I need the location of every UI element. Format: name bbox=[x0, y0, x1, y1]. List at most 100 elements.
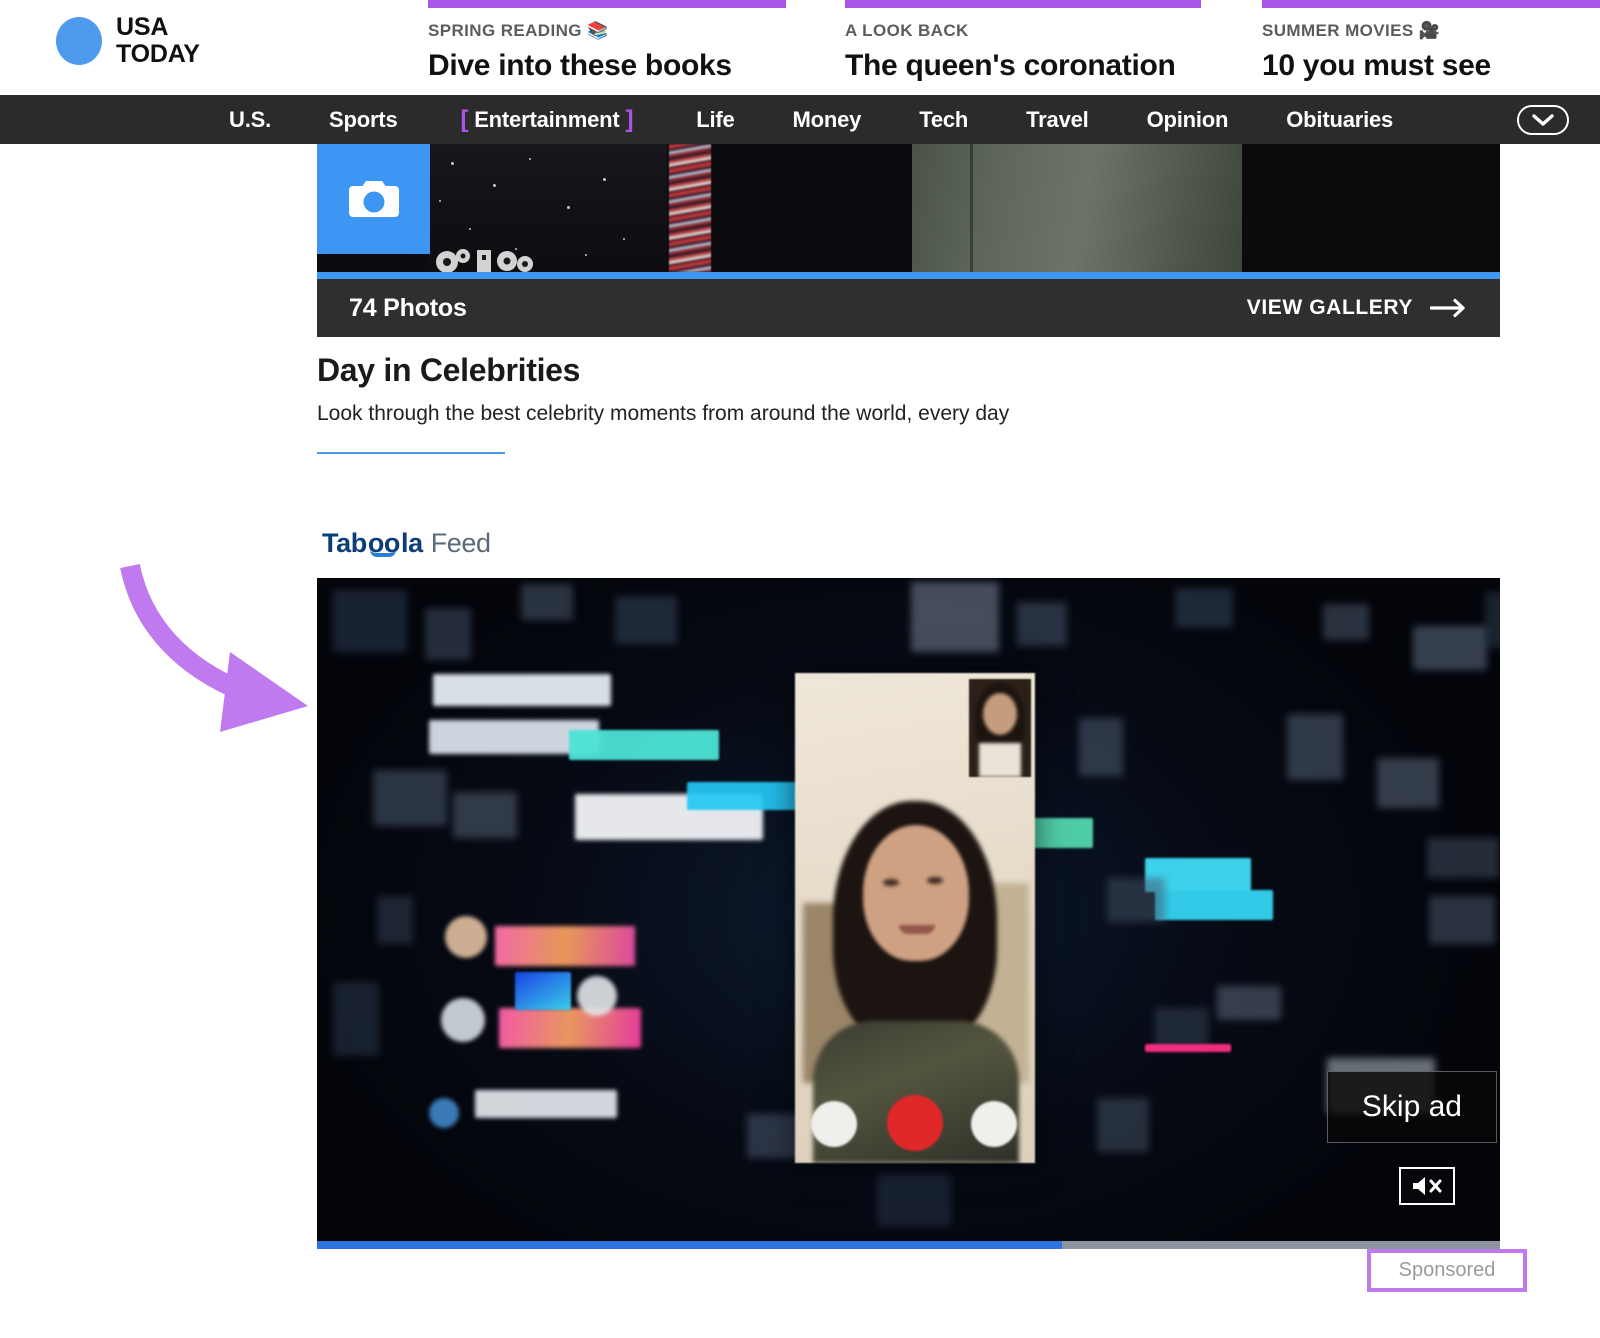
video-tile bbox=[1097, 1098, 1149, 1152]
mute-mic-button-icon bbox=[971, 1101, 1017, 1147]
site-logo-text: USA TODAY bbox=[116, 14, 200, 68]
nav-label: U.S. bbox=[229, 107, 271, 132]
nav-label: Opinion bbox=[1147, 107, 1229, 132]
video-tile bbox=[377, 896, 413, 944]
camera-badge bbox=[317, 144, 430, 254]
nav-item-travel[interactable]: Travel bbox=[997, 107, 1117, 133]
nav-item-entertainment[interactable]: [ Entertainment ] bbox=[426, 106, 667, 134]
promo-kicker: SPRING READING 📚 bbox=[428, 21, 786, 41]
promo-kicker-text: SPRING READING bbox=[428, 21, 582, 40]
taboola-brand: Taboola bbox=[322, 528, 423, 559]
promo-card-a-look-back[interactable]: A LOOK BACK The queen's coronation bbox=[845, 0, 1201, 83]
nav-item-obituaries[interactable]: Obituaries bbox=[1257, 107, 1422, 133]
speaker-mute-icon bbox=[1411, 1175, 1443, 1197]
gallery-accent-bar bbox=[317, 272, 1500, 279]
film-strip-watermark-icon bbox=[435, 242, 555, 272]
video-tile bbox=[1107, 878, 1165, 922]
nav-item-life[interactable]: Life bbox=[667, 107, 763, 133]
photo-gallery-card[interactable]: 74 Photos VIEW GALLERY bbox=[317, 144, 1500, 337]
nav-more-button[interactable] bbox=[1517, 105, 1569, 135]
promo-kicker-text: SUMMER MOVIES bbox=[1262, 21, 1414, 40]
caller-face bbox=[863, 825, 969, 961]
video-tile bbox=[373, 770, 447, 826]
usa-today-circle-logo-icon bbox=[56, 17, 102, 65]
bracket-open: [ bbox=[460, 106, 468, 133]
nav-label: Travel bbox=[1026, 107, 1088, 132]
arrow-right-icon bbox=[1430, 298, 1468, 318]
nav-item-tech[interactable]: Tech bbox=[890, 107, 997, 133]
nav-item-list: U.S. Sports [ Entertainment ] Life Money… bbox=[200, 106, 1422, 134]
video-tile bbox=[1217, 986, 1281, 1020]
flip-camera-button-icon bbox=[811, 1101, 857, 1147]
taboola-brand-tab: Tab bbox=[322, 528, 367, 559]
article-divider bbox=[317, 452, 505, 454]
video-call-panel bbox=[795, 673, 1035, 1163]
video-tile bbox=[521, 584, 573, 620]
video-chat-bubble bbox=[499, 1008, 641, 1048]
video-ad-player[interactable]: Skip ad bbox=[317, 578, 1500, 1249]
main-navigation: U.S. Sports [ Entertainment ] Life Money… bbox=[0, 95, 1600, 144]
usa-today-page: SPRING READING 📚 Dive into these books A… bbox=[0, 0, 1600, 1338]
video-tile bbox=[615, 596, 677, 644]
article-subtitle: Look through the best celebrity moments … bbox=[317, 402, 1217, 426]
nav-item-sports[interactable]: Sports bbox=[300, 107, 426, 133]
video-tile bbox=[877, 1174, 951, 1226]
sponsored-label-highlight[interactable]: Sponsored bbox=[1367, 1249, 1527, 1292]
nav-label: Tech bbox=[919, 107, 968, 132]
view-gallery-button[interactable]: VIEW GALLERY bbox=[1247, 296, 1468, 320]
books-icon: 📚 bbox=[587, 21, 609, 40]
video-tile bbox=[1323, 604, 1369, 640]
video-tile bbox=[1377, 758, 1439, 808]
promo-accent-rule bbox=[428, 0, 786, 8]
mute-toggle-button[interactable] bbox=[1399, 1167, 1455, 1205]
nav-item-money[interactable]: Money bbox=[764, 107, 891, 133]
chevron-down-icon bbox=[1532, 113, 1554, 127]
video-tile bbox=[425, 608, 471, 660]
video-progress-bar[interactable] bbox=[317, 1241, 1500, 1249]
promo-title[interactable]: Dive into these books bbox=[428, 49, 786, 83]
article-title[interactable]: Day in Celebrities bbox=[317, 352, 1217, 389]
promo-card-spring-reading[interactable]: SPRING READING 📚 Dive into these books bbox=[428, 0, 786, 83]
taboola-brand-la: la bbox=[401, 528, 423, 559]
view-gallery-label: VIEW GALLERY bbox=[1247, 296, 1413, 320]
gallery-photo-green-coat bbox=[912, 144, 1242, 272]
nav-label: Entertainment bbox=[474, 107, 619, 132]
movie-camera-icon: 🎥 bbox=[1419, 21, 1441, 40]
promo-kicker: A LOOK BACK bbox=[845, 21, 1201, 41]
photo-count-label: 74 Photos bbox=[349, 294, 467, 323]
video-tile bbox=[1429, 896, 1495, 944]
skip-ad-button[interactable]: Skip ad bbox=[1327, 1071, 1497, 1143]
gallery-photo-thumbnail[interactable] bbox=[317, 144, 1500, 272]
video-tile-accent bbox=[1155, 890, 1273, 920]
video-progress-fill bbox=[317, 1241, 1062, 1249]
video-tile bbox=[1427, 838, 1499, 878]
promo-title[interactable]: 10 you must see bbox=[1262, 49, 1600, 83]
video-avatar bbox=[577, 976, 617, 1016]
nav-label: Obituaries bbox=[1286, 107, 1393, 132]
promo-card-summer-movies[interactable]: SUMMER MOVIES 🎥 10 you must see bbox=[1262, 0, 1600, 83]
promo-title[interactable]: The queen's coronation bbox=[845, 49, 1201, 83]
video-tile-accent bbox=[1145, 1044, 1231, 1052]
video-tile-accent bbox=[515, 972, 571, 1010]
nav-item-opinion[interactable]: Opinion bbox=[1118, 107, 1258, 133]
site-logo[interactable]: USA TODAY bbox=[56, 14, 200, 68]
bracket-close: ] bbox=[625, 106, 633, 133]
caller-mouth bbox=[899, 925, 935, 934]
video-tile-accent bbox=[569, 730, 719, 760]
skip-ad-label: Skip ad bbox=[1362, 1090, 1462, 1123]
video-tile bbox=[333, 982, 379, 1056]
article-teaser: Day in Celebrities Look through the best… bbox=[317, 352, 1217, 454]
nav-label: Life bbox=[696, 107, 734, 132]
promo-kicker: SUMMER MOVIES 🎥 bbox=[1262, 21, 1600, 41]
annotation-arrow bbox=[112, 556, 342, 746]
video-tile bbox=[1079, 718, 1123, 776]
video-avatar bbox=[441, 998, 485, 1042]
promo-strip: SPRING READING 📚 Dive into these books A… bbox=[0, 0, 1600, 95]
logo-line-1: USA bbox=[116, 14, 200, 41]
sponsored-label: Sponsored bbox=[1399, 1259, 1496, 1282]
camera-icon bbox=[347, 178, 401, 220]
nav-item-us[interactable]: U.S. bbox=[200, 107, 300, 133]
video-avatar bbox=[445, 916, 487, 958]
taboola-feed-logo: Taboola Feed bbox=[322, 528, 491, 559]
picture-in-picture-self-view bbox=[969, 679, 1031, 777]
